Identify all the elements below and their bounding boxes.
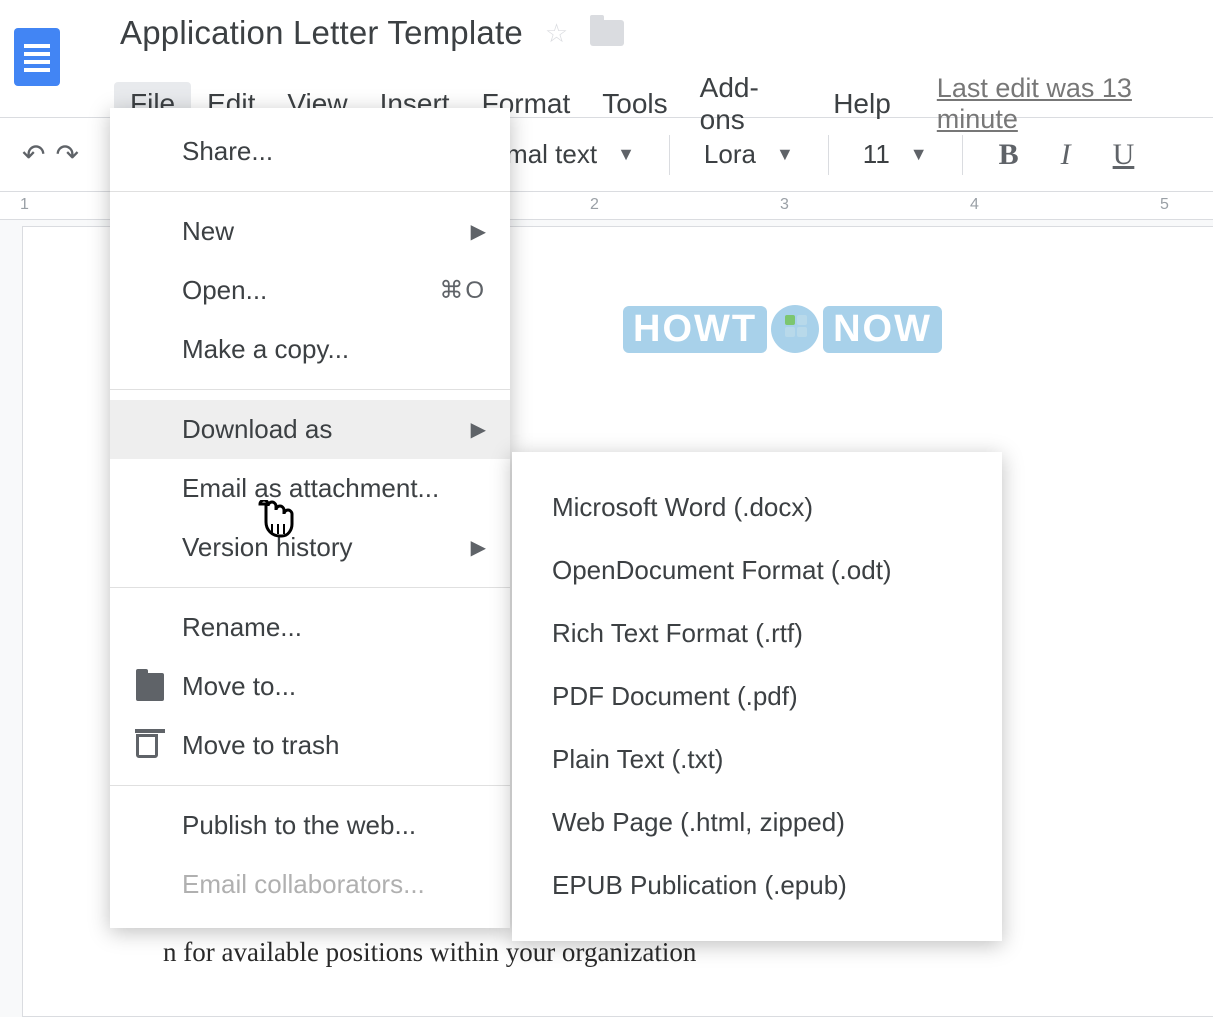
ruler-tick: 5 — [1160, 196, 1169, 214]
submenu-item-html[interactable]: Web Page (.html, zipped) — [512, 791, 1002, 854]
font-size-label: 11 — [863, 139, 890, 170]
submenu-arrow-icon: ▶ — [471, 219, 486, 244]
header: Application Letter Template ☆ File Edit … — [0, 0, 1213, 118]
menu-item-email-attachment[interactable]: Email as attachment... — [110, 459, 510, 518]
menu-item-download-as[interactable]: Download as ▶ — [110, 400, 510, 459]
submenu-item-odt[interactable]: OpenDocument Format (.odt) — [512, 539, 1002, 602]
menu-label: New — [182, 216, 234, 247]
menu-label: Share... — [182, 136, 273, 167]
file-dropdown-menu: Share... New ▶ Open... ⌘O Make a copy... D… — [110, 108, 510, 928]
caret-down-icon: ▼ — [617, 144, 635, 165]
menu-tools[interactable]: Tools — [586, 82, 683, 126]
font-label: Lora — [704, 139, 756, 170]
menu-item-new[interactable]: New ▶ — [110, 202, 510, 261]
menu-separator — [110, 389, 510, 390]
menu-label: Make a copy... — [182, 334, 349, 365]
folder-icon — [136, 673, 164, 701]
menu-label: Rename... — [182, 612, 302, 643]
last-edit-link[interactable]: Last edit was 13 minute — [937, 73, 1213, 135]
menu-label: Move to trash — [182, 730, 340, 761]
caret-down-icon: ▼ — [910, 144, 928, 165]
undo-icon[interactable]: ↶ — [22, 138, 45, 171]
italic-button[interactable]: I — [1045, 138, 1087, 172]
menu-label: Download as — [182, 414, 332, 445]
document-title[interactable]: Application Letter Template — [120, 14, 523, 52]
ruler-tick: 1 — [20, 196, 29, 214]
docs-logo-icon[interactable] — [14, 28, 60, 86]
menu-label: Email as attachment... — [182, 473, 439, 504]
menu-label: Publish to the web... — [182, 810, 416, 841]
menu-separator — [110, 587, 510, 588]
menu-addons[interactable]: Add-ons — [684, 66, 818, 142]
menu-item-share[interactable]: Share... — [110, 122, 510, 181]
underline-button[interactable]: U — [1097, 138, 1151, 172]
menu-label: Move to... — [182, 671, 296, 702]
menu-item-rename[interactable]: Rename... — [110, 598, 510, 657]
menu-label: Open... — [182, 275, 267, 306]
ruler-tick: 2 — [590, 196, 599, 214]
watermark-circle-icon — [771, 305, 819, 353]
menu-help[interactable]: Help — [817, 82, 907, 126]
submenu-item-pdf[interactable]: PDF Document (.pdf) — [512, 665, 1002, 728]
submenu-item-rtf[interactable]: Rich Text Format (.rtf) — [512, 602, 1002, 665]
menu-label: Version history — [182, 532, 353, 563]
move-folder-icon[interactable] — [590, 20, 624, 46]
title-row: Application Letter Template ☆ — [120, 14, 624, 52]
ruler-tick: 4 — [970, 196, 979, 214]
watermark: HOWT NOW — [623, 305, 942, 353]
submenu-arrow-icon: ▶ — [471, 535, 486, 560]
menu-item-open[interactable]: Open... ⌘O — [110, 261, 510, 320]
menu-item-publish-web[interactable]: Publish to the web... — [110, 796, 510, 855]
menu-item-move-to[interactable]: Move to... — [110, 657, 510, 716]
menu-item-version-history[interactable]: Version history ▶ — [110, 518, 510, 577]
menu-item-make-copy[interactable]: Make a copy... — [110, 320, 510, 379]
bold-button[interactable]: B — [983, 138, 1035, 172]
font-select[interactable]: Lora ▼ — [690, 139, 808, 170]
menu-separator — [110, 785, 510, 786]
ruler-tick: 3 — [780, 196, 789, 214]
submenu-item-txt[interactable]: Plain Text (.txt) — [512, 728, 1002, 791]
submenu-item-epub[interactable]: EPUB Publication (.epub) — [512, 854, 1002, 917]
font-size-select[interactable]: 11 ▼ — [849, 139, 942, 170]
caret-down-icon: ▼ — [776, 144, 794, 165]
menu-item-move-to-trash[interactable]: Move to trash — [110, 716, 510, 775]
menu-label: Email collaborators... — [182, 869, 425, 900]
submenu-arrow-icon: ▶ — [471, 417, 486, 442]
menu-item-email-collaborators: Email collaborators... — [110, 855, 510, 914]
star-icon[interactable]: ☆ — [545, 18, 568, 49]
menu-shortcut: ⌘O — [439, 276, 486, 305]
document-body-text: n for available positions within your or… — [163, 937, 1213, 968]
redo-icon[interactable]: ↷ — [55, 138, 78, 171]
submenu-item-docx[interactable]: Microsoft Word (.docx) — [512, 476, 1002, 539]
download-as-submenu: Microsoft Word (.docx) OpenDocument Form… — [512, 452, 1002, 941]
watermark-right: NOW — [823, 306, 942, 353]
watermark-left: HOWT — [623, 306, 767, 353]
menu-separator — [110, 191, 510, 192]
trash-icon — [136, 734, 158, 758]
